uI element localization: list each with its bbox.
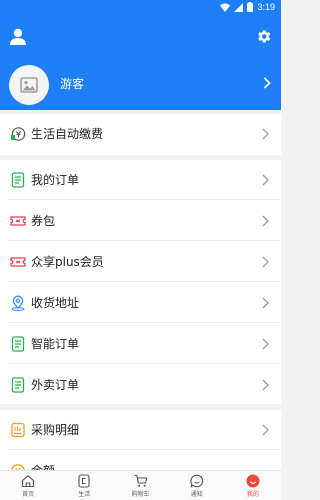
purchase-details-icon (11, 422, 25, 438)
chevron-right-icon (262, 297, 269, 309)
wifi-icon (220, 3, 231, 12)
tab-label: 生活 (78, 491, 91, 498)
menu-item-purchase-details[interactable]: 采购明细 (0, 410, 281, 450)
life-icon (78, 474, 90, 488)
profile-header: 3:19 游客 (0, 0, 281, 110)
chevron-right-icon (262, 424, 269, 436)
divider (8, 322, 281, 323)
menu-group-orders: 我的订单 券包 众享plus会员 收货地址 智能订单 外卖订单 (0, 160, 281, 404)
battery-icon (247, 2, 254, 12)
tab-label: 通知 (190, 491, 203, 498)
message-bubble-icon (190, 474, 203, 488)
signal-icon (234, 2, 244, 12)
membership-card-icon (10, 257, 26, 267)
menu-group-finance: 采购明细 余额 (0, 410, 281, 478)
chevron-right-icon[interactable] (263, 77, 271, 89)
tab-home[interactable]: 首页 (0, 471, 56, 500)
menu-item-smart-orders[interactable]: 智能订单 (0, 324, 281, 364)
menu-item-coupons[interactable]: 券包 (0, 201, 281, 241)
chevron-right-icon (262, 128, 269, 140)
menu-item-label: 收货地址 (31, 296, 80, 310)
image-placeholder-icon (20, 77, 38, 93)
menu-item-label: 外卖订单 (31, 378, 80, 392)
menu-item-label: 众享plus会员 (31, 255, 104, 269)
bottom-tab-bar: 首页 生活 购物车 通知 我的 (0, 470, 281, 500)
tab-label: 购物车 (131, 491, 150, 498)
tab-mine[interactable]: 我的 (225, 471, 281, 500)
home-icon (22, 475, 35, 488)
tab-label: 我的 (246, 491, 259, 498)
tab-cart[interactable]: 购物车 (112, 471, 168, 500)
avatar[interactable] (9, 65, 49, 105)
chevron-right-icon (262, 379, 269, 391)
menu-item-label: 智能订单 (31, 337, 80, 351)
chevron-right-icon (262, 215, 269, 227)
menu-item-orders[interactable]: 我的订单 (0, 160, 281, 200)
order-list-icon (11, 172, 25, 188)
chevron-right-icon (262, 174, 269, 186)
menu-item-auto-pay[interactable]: 生活自动缴费 (0, 114, 281, 154)
divider (8, 363, 281, 364)
location-pin-icon (11, 295, 25, 311)
menu-item-takeout-orders[interactable]: 外卖订单 (0, 365, 281, 405)
tab-life[interactable]: 生活 (56, 471, 112, 500)
takeout-order-icon (11, 377, 25, 393)
chevron-right-icon (262, 256, 269, 268)
menu-item-label: 券包 (31, 214, 56, 228)
coupon-icon (10, 216, 26, 226)
gear-icon[interactable] (255, 28, 272, 45)
divider (8, 240, 281, 241)
profile-name[interactable]: 游客 (60, 75, 84, 92)
cart-icon (134, 474, 148, 487)
tab-notifications[interactable]: 通知 (169, 471, 225, 500)
status-bar: 3:19 (0, 0, 281, 14)
divider (8, 199, 281, 200)
chevron-right-icon (262, 338, 269, 350)
tab-label: 首页 (22, 491, 35, 498)
profile-face-icon (246, 474, 260, 488)
user-icon[interactable] (9, 28, 27, 46)
menu-group-services: 生活自动缴费 (0, 114, 281, 155)
smart-order-icon (11, 336, 25, 352)
menu-item-address[interactable]: 收货地址 (0, 283, 281, 323)
menu-item-label: 我的订单 (31, 173, 80, 187)
divider (8, 281, 281, 282)
menu-item-membership[interactable]: 众享plus会员 (0, 242, 281, 282)
auto-pay-icon (11, 127, 26, 141)
menu-item-label: 采购明细 (31, 423, 80, 437)
divider (8, 449, 281, 450)
status-indicators: 3:19 (220, 1, 275, 13)
menu-item-label: 生活自动缴费 (31, 127, 104, 141)
status-time: 3:19 (257, 2, 275, 12)
